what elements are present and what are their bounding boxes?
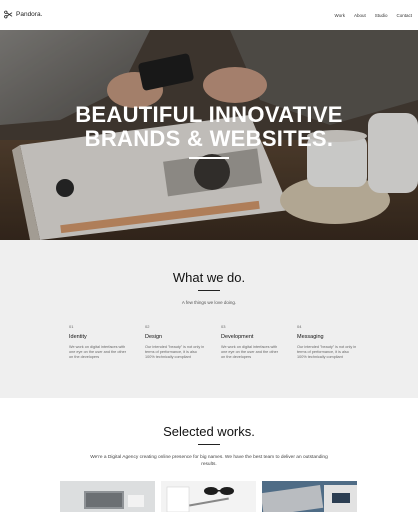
nav-link-contact[interactable]: Contact: [396, 13, 412, 18]
nav-link-work[interactable]: Work: [335, 13, 345, 18]
service-description: Our intended "beauty" is not only in ter…: [145, 345, 205, 359]
what-we-do-title: What we do.: [172, 270, 246, 285]
service-number: 04: [297, 324, 302, 329]
what-we-do-section: What we do. A few things we love doing. …: [0, 240, 418, 398]
work-thumbnail-laptop[interactable]: [60, 481, 155, 512]
logo[interactable]: Pandora.: [4, 10, 42, 19]
service-number: 03: [221, 324, 226, 329]
service-name: Messaging: [297, 334, 324, 340]
scissors-logo-icon: [4, 10, 13, 19]
hero-section: BEAUTIFUL INNOVATIVE BRANDS & WEBSITES.: [0, 30, 418, 240]
service-description: We work on digital interfaces with one e…: [221, 345, 278, 359]
laptop-image: [60, 481, 155, 512]
service-description: Our intended "beauty" is not only in ter…: [297, 345, 357, 359]
service-name: Design: [145, 334, 163, 340]
service-name: Development: [221, 334, 254, 340]
service-messaging: 04 Messaging Our intended "beauty" is no…: [297, 324, 357, 360]
nav-link-about[interactable]: About: [354, 13, 366, 18]
what-we-do-divider: [198, 290, 220, 291]
service-development: 03 Development We work on digital interf…: [221, 324, 281, 360]
service-number: 01: [69, 324, 74, 329]
hero-divider: [189, 157, 229, 159]
service-name: Identity: [69, 334, 87, 340]
selected-works-section: Selected works. We're a Digital Agency c…: [0, 398, 418, 512]
hero-headline: BEAUTIFUL INNOVATIVE BRANDS & WEBSITES.: [0, 103, 418, 151]
selected-works-divider: [198, 444, 220, 445]
logo-text: Pandora.: [16, 11, 43, 18]
selected-works-text: We're a Digital Agency creating online p…: [90, 455, 328, 467]
hero-headline-line2: BRANDS & WEBSITES.: [84, 126, 334, 151]
selected-works-title: Selected works.: [163, 424, 255, 439]
service-number: 02: [145, 324, 150, 329]
hero-headline-line1: BEAUTIFUL INNOVATIVE: [75, 102, 343, 127]
work-thumbnail-keyboard[interactable]: [262, 481, 357, 512]
top-navbar: Pandora. Work About Studio Contact: [0, 0, 418, 30]
service-design: 02 Design Our intended "beauty" is not o…: [145, 324, 205, 360]
nav-links: Work About Studio Contact: [335, 13, 412, 18]
what-we-do-subtitle: A few things we love doing.: [181, 300, 237, 305]
nav-link-studio[interactable]: Studio: [375, 13, 388, 18]
keyboard-image: [262, 481, 357, 512]
service-description: We work on digital interfaces with one e…: [69, 345, 126, 359]
service-identity: 01 Identity We work on digital interface…: [69, 324, 129, 360]
sunglasses-image: [161, 481, 256, 512]
work-thumbnail-sunglasses[interactable]: [161, 481, 256, 512]
